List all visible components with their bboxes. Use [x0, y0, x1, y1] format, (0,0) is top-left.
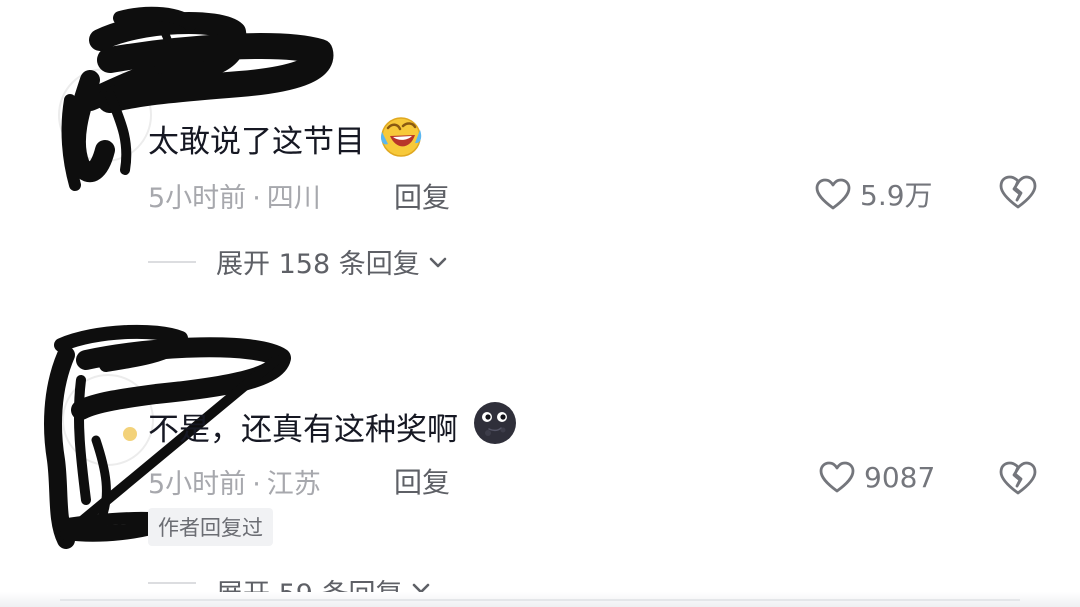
like-button[interactable]: 9087: [818, 460, 935, 494]
divider-line: [148, 260, 196, 263]
comment-location: 江苏: [266, 469, 321, 500]
comment-text-content: 太敢说了这节目: [148, 124, 365, 160]
comment-time: 5小时前: [148, 183, 247, 214]
like-count: 9087: [864, 460, 936, 494]
rolling-laughing-face-icon: [379, 114, 423, 168]
broken-heart-icon: [999, 175, 1037, 209]
comment-text-content: 不是，还真有这种奖啊: [148, 412, 458, 448]
expand-replies-button[interactable]: 展开 59 条回复: [148, 572, 431, 592]
divider-line: [60, 599, 1020, 601]
dislike-button[interactable]: [998, 460, 1038, 500]
expand-replies-label: 展开 158 条回复: [216, 249, 420, 280]
chevron-down-icon: [428, 246, 448, 277]
heart-outline-icon: [815, 178, 851, 210]
meta-separator: ·: [252, 183, 261, 214]
comment-item: 不是，还真有这种奖啊 5小时前 · 江苏 回复 作者回复过 9087: [0, 300, 1080, 592]
comment-meta: 5小时前 · 江苏: [148, 462, 321, 501]
comment-text: 不是，还真有这种奖啊: [148, 400, 518, 456]
meta-separator: ·: [252, 469, 261, 500]
avatar[interactable]: [30, 320, 291, 550]
comment-item: 太敢说了这节目 5小时前 · 四川 回复 5.9万 展开 158 条回复: [0, 0, 1080, 290]
dislike-button[interactable]: [998, 174, 1038, 214]
comment-text: 太敢说了这节目: [148, 114, 423, 168]
heart-outline-icon: [819, 461, 855, 493]
chevron-down-icon: [411, 572, 431, 592]
divider-line: [148, 582, 196, 584]
expand-replies-button[interactable]: 展开 158 条回复: [148, 242, 448, 281]
author-replied-badge: 作者回复过: [148, 508, 273, 546]
like-button[interactable]: 5.9万: [814, 174, 933, 214]
reply-button[interactable]: 回复: [394, 176, 450, 216]
redaction-scribble-icon: [58, 6, 334, 191]
broken-heart-icon: [999, 461, 1037, 495]
comment-time: 5小时前: [148, 469, 247, 500]
dark-moon-face-icon: [472, 400, 518, 456]
comment-location: 四川: [266, 183, 321, 214]
bottom-edge: [0, 592, 1080, 607]
comment-meta: 5小时前 · 四川: [148, 176, 321, 215]
like-count: 5.9万: [860, 179, 933, 212]
avatar[interactable]: [30, 6, 334, 200]
expand-replies-label: 展开 59 条回复: [216, 572, 403, 592]
reply-button[interactable]: 回复: [394, 461, 450, 501]
